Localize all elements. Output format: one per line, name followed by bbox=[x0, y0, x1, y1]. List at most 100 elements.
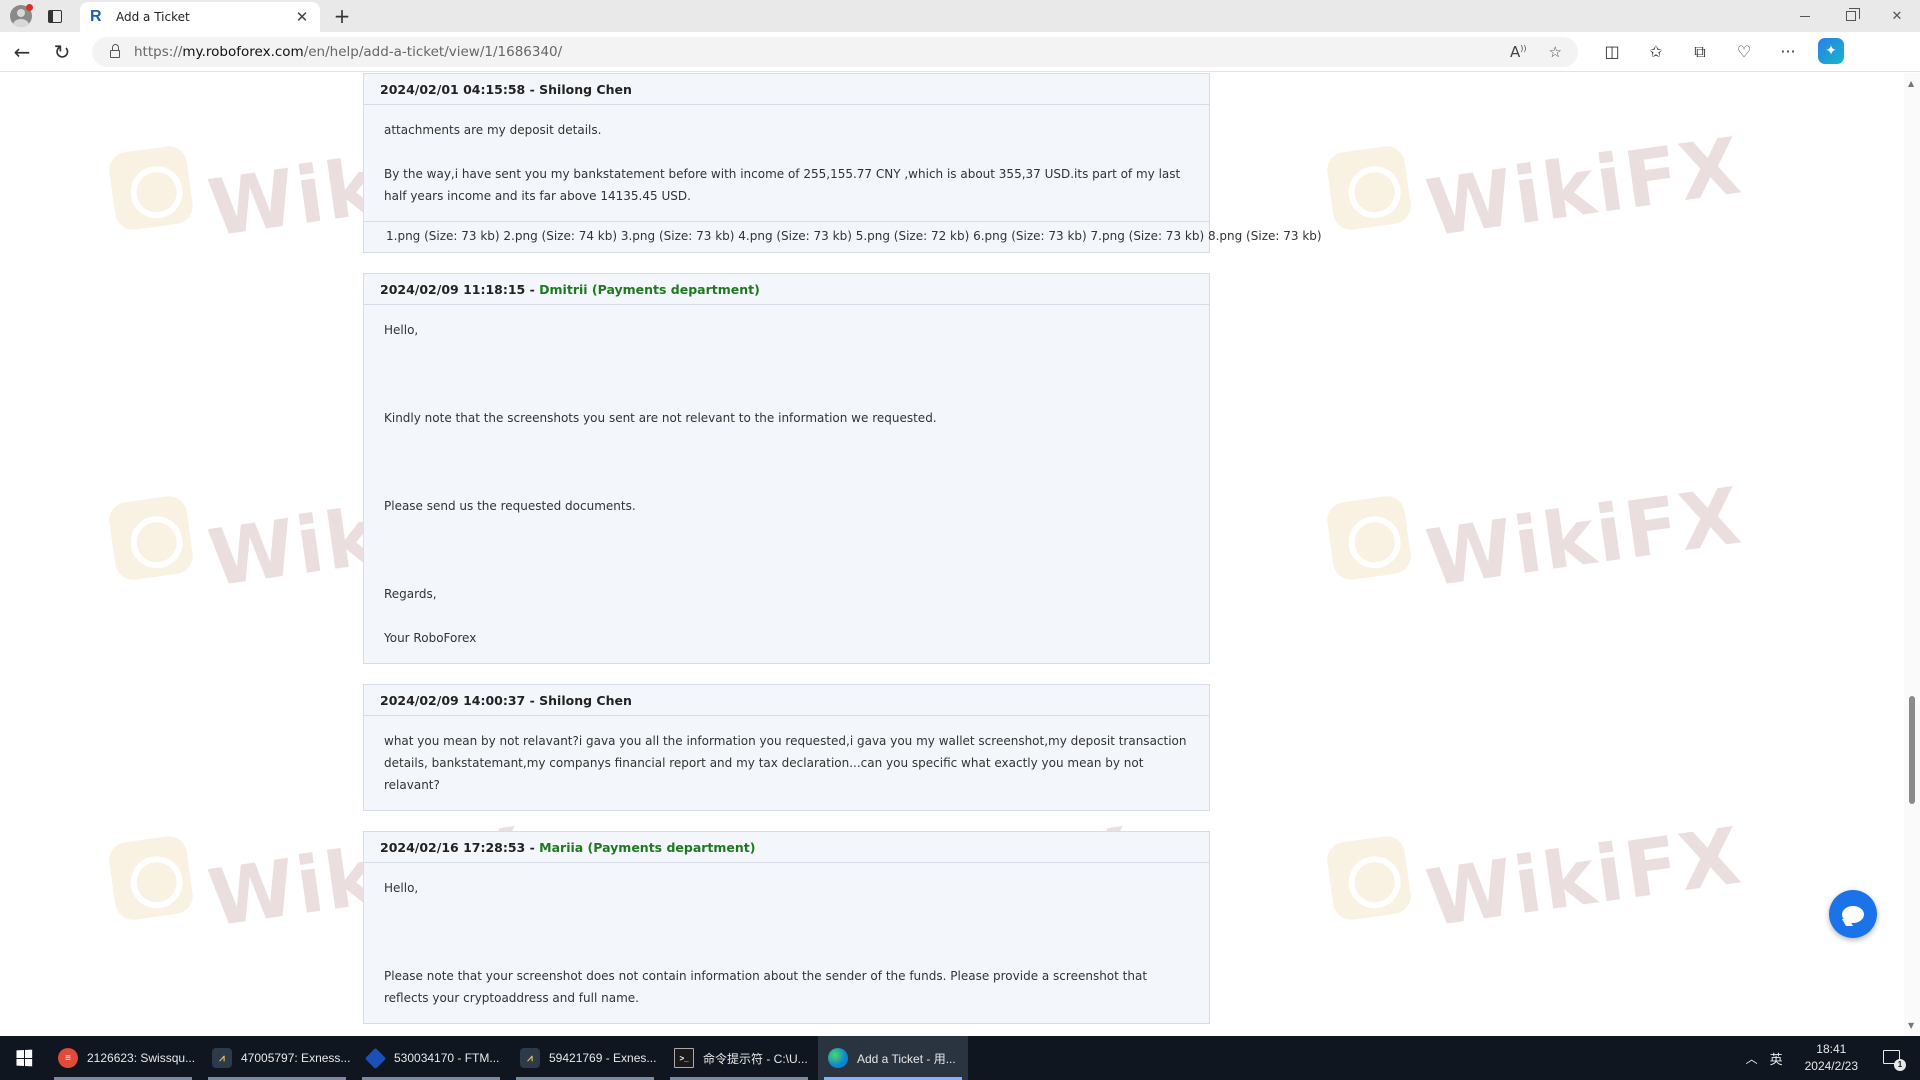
tab-actions-button[interactable] bbox=[40, 1, 70, 31]
chat-bubble-icon bbox=[1842, 905, 1864, 923]
windows-taskbar: ≡ 2126623: Swissqu... ⩘ 47005797: Exness… bbox=[0, 1036, 1920, 1080]
message-header: 2024/02/09 11:18:15 - Dmitrii (Payments … bbox=[364, 274, 1209, 305]
tab-title: Add a Ticket bbox=[116, 10, 190, 24]
new-tab-button[interactable]: + bbox=[328, 2, 356, 30]
metatrader-icon: ⩘ bbox=[212, 1048, 232, 1068]
read-aloud-icon[interactable]: A)) bbox=[1510, 43, 1527, 61]
browser-tab-active[interactable]: R Add a Ticket ✕ bbox=[80, 2, 320, 32]
message-body: Hello, Kindly note that the screenshots … bbox=[364, 305, 1209, 663]
address-bar[interactable]: https://my.roboforex.com/en/help/add-a-t… bbox=[92, 36, 1578, 67]
wikifx-logo-icon bbox=[106, 143, 196, 233]
restore-icon bbox=[1846, 8, 1860, 21]
split-screen-icon[interactable]: ◫ bbox=[1598, 38, 1626, 66]
ticket-message: 2024/02/09 11:18:15 - Dmitrii (Payments … bbox=[363, 273, 1210, 664]
watermark-logo: WikiFX bbox=[1324, 471, 1748, 605]
wikifx-logo-icon bbox=[1324, 833, 1414, 923]
clock-time: 18:41 bbox=[1816, 1042, 1847, 1056]
ticket-thread: 2024/02/01 04:15:58 - Shilong Chen attac… bbox=[363, 73, 1322, 1036]
browser-essentials-icon[interactable]: ♡ bbox=[1730, 38, 1758, 66]
message-greeting: Hello, bbox=[384, 323, 419, 337]
url-text: https://my.roboforex.com/en/help/add-a-t… bbox=[134, 43, 563, 60]
ime-indicator[interactable]: 英 bbox=[1770, 1049, 1783, 1068]
message-body: what you mean by not relavant?i gava you… bbox=[364, 716, 1209, 810]
taskbar-item-edge[interactable]: Add a Ticket - 用... bbox=[818, 1036, 968, 1080]
favorites-icon[interactable]: ✩ bbox=[1642, 38, 1670, 66]
address-bar-actions: A)) ☆ bbox=[1510, 43, 1568, 61]
ticket-message: 2024/02/01 04:15:58 - Shilong Chen attac… bbox=[363, 73, 1322, 253]
message-timestamp: 2024/02/16 17:28:53 bbox=[380, 839, 526, 855]
message-timestamp: 2024/02/09 14:00:37 bbox=[380, 692, 526, 708]
lock-icon bbox=[110, 43, 120, 58]
message-paragraph: Please note that your screenshot does no… bbox=[384, 969, 1148, 1005]
message-author: Shilong Chen bbox=[539, 81, 632, 97]
message-timestamp: 2024/02/09 11:18:15 bbox=[380, 281, 526, 297]
message-paragraph: Kindly note that the screenshots you sen… bbox=[384, 411, 937, 425]
live-chat-button[interactable] bbox=[1829, 890, 1877, 938]
browser-toolbar: ← ↻ https://my.roboforex.com/en/help/add… bbox=[0, 32, 1920, 72]
system-tray: ︿ 英 18:41 2024/2/23 1 bbox=[1746, 1036, 1920, 1080]
start-button[interactable] bbox=[0, 1036, 48, 1080]
taskbar-item-exness-1[interactable]: ⩘ 47005797: Exness... bbox=[202, 1036, 352, 1080]
ticket-message: 2024/02/09 14:00:37 - Shilong Chen what … bbox=[363, 684, 1210, 811]
notification-center-button[interactable]: 1 bbox=[1880, 1045, 1906, 1071]
message-author-staff: Dmitrii (Payments department) bbox=[539, 281, 760, 297]
restore-button[interactable] bbox=[1828, 0, 1874, 32]
attachment-list[interactable]: 1.png (Size: 73 kb) 2.png (Size: 74 kb) … bbox=[364, 221, 1322, 252]
message-paragraph: attachments are my deposit details. bbox=[384, 123, 602, 137]
scroll-down-arrow-icon[interactable]: ▼ bbox=[1908, 1021, 1914, 1030]
taskbar-item-cmd[interactable]: >_ 命令提示符 - C:\U... bbox=[664, 1036, 814, 1080]
window-controls: ✕ bbox=[1782, 0, 1920, 32]
close-tab-icon[interactable]: ✕ bbox=[294, 8, 310, 26]
notification-dot bbox=[26, 4, 33, 11]
close-window-button[interactable]: ✕ bbox=[1874, 0, 1920, 32]
more-menu-icon[interactable]: ··· bbox=[1774, 38, 1802, 66]
message-body: attachments are my deposit details. By t… bbox=[364, 105, 1209, 221]
message-author: Shilong Chen bbox=[539, 692, 632, 708]
ftmo-icon bbox=[364, 1047, 387, 1069]
message-paragraph: By the way,i have sent you my bankstatem… bbox=[384, 167, 1181, 203]
tab-actions-icon bbox=[48, 9, 62, 23]
ticket-message: 2024/02/16 17:28:53 - Mariia (Payments d… bbox=[363, 831, 1210, 1024]
minimize-icon bbox=[1800, 15, 1810, 17]
message-author-staff: Mariia (Payments department) bbox=[539, 839, 756, 855]
profile-avatar-button[interactable] bbox=[6, 1, 36, 31]
message-header: 2024/02/01 04:15:58 - Shilong Chen bbox=[364, 74, 1209, 105]
roboforex-favicon-icon: R bbox=[90, 8, 102, 25]
collections-icon[interactable]: ⧉ bbox=[1686, 38, 1714, 66]
notification-count: 1 bbox=[1894, 1059, 1906, 1071]
taskbar-item-swissquote[interactable]: ≡ 2126623: Swissqu... bbox=[48, 1036, 198, 1080]
clock-date: 2024/2/23 bbox=[1804, 1059, 1858, 1073]
wikifx-logo-icon bbox=[1324, 493, 1414, 583]
swissquote-icon: ≡ bbox=[58, 1048, 78, 1068]
toolbar-icons: ◫ ✩ ⧉ ♡ ··· ✦ bbox=[1598, 37, 1844, 66]
message-paragraph: Please send us the requested documents. bbox=[384, 499, 636, 513]
message-body: Hello, Please note that your screenshot … bbox=[364, 863, 1209, 1023]
vertical-scrollbar[interactable]: ▲ ▼ bbox=[1904, 73, 1920, 1036]
message-header: 2024/02/16 17:28:53 - Mariia (Payments d… bbox=[364, 832, 1209, 863]
message-regards: Regards, bbox=[384, 587, 437, 601]
page-viewport: WikiFX WikiFX WikiFX WikiFX WikiFX WikiF… bbox=[0, 73, 1920, 1036]
scroll-up-arrow-icon[interactable]: ▲ bbox=[1908, 79, 1914, 88]
show-hidden-icons-chevron-icon[interactable]: ︿ bbox=[1746, 1050, 1758, 1067]
back-button[interactable]: ← bbox=[4, 36, 40, 68]
message-signature: Your RoboForex bbox=[384, 631, 477, 645]
taskbar-item-exness-2[interactable]: ⩘ 59421769 - Exnes... bbox=[510, 1036, 660, 1080]
favorite-star-icon[interactable]: ☆ bbox=[1549, 43, 1562, 61]
copilot-icon[interactable]: ✦ bbox=[1818, 37, 1844, 64]
refresh-button[interactable]: ↻ bbox=[44, 36, 80, 68]
wikifx-logo-icon bbox=[1324, 143, 1414, 233]
windows-logo-icon bbox=[16, 1049, 33, 1067]
message-timestamp: 2024/02/01 04:15:58 bbox=[380, 81, 526, 97]
scrollbar-thumb[interactable] bbox=[1909, 696, 1915, 804]
watermark-logo: WikiFX bbox=[1324, 811, 1748, 945]
watermark-logo: WikiFX bbox=[1324, 121, 1748, 255]
message-greeting: Hello, bbox=[384, 881, 419, 895]
metatrader-icon: ⩘ bbox=[520, 1048, 540, 1068]
edge-icon bbox=[828, 1048, 848, 1068]
browser-tab-strip: R Add a Ticket ✕ + ✕ bbox=[0, 0, 1920, 32]
wikifx-logo-icon bbox=[106, 833, 196, 923]
minimize-button[interactable] bbox=[1782, 0, 1828, 32]
wikifx-logo-icon bbox=[106, 493, 196, 583]
clock[interactable]: 18:41 2024/2/23 bbox=[1805, 1041, 1858, 1075]
taskbar-item-ftmo[interactable]: 530034170 - FTM... bbox=[356, 1036, 506, 1080]
